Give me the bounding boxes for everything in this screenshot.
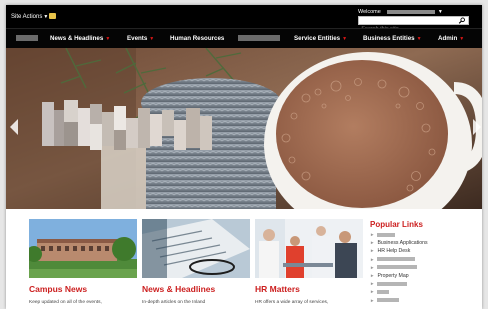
chevron-down-icon: ▼ — [43, 14, 49, 20]
nav-item-redacted[interactable] — [238, 35, 280, 43]
bullet-arrow-icon: ► — [370, 297, 375, 303]
site-actions-label: Site Actions — [11, 14, 43, 20]
nav-item-human-resources[interactable]: Human Resources — [170, 35, 224, 42]
card-title[interactable]: Campus News — [29, 284, 137, 294]
card-description: Keep updated on all of the events, — [29, 300, 102, 305]
next-slide-arrow-icon[interactable] — [472, 118, 482, 136]
popular-link-property-map[interactable]: ► Property Map — [370, 273, 480, 281]
chevron-down-icon: ▼ — [105, 36, 111, 42]
popular-link-redacted[interactable]: ► — [370, 257, 480, 265]
chevron-down-icon: ▼ — [342, 36, 348, 42]
popular-link-business-applications[interactable]: ► Business Applications — [370, 240, 480, 248]
popular-link-redacted[interactable]: ► — [370, 265, 480, 273]
nav-item-label: Human Resources — [170, 35, 225, 42]
bullet-arrow-icon: ► — [370, 281, 375, 287]
card-description: In-depth articles on the Inland — [142, 300, 206, 305]
news-headlines-image[interactable] — [142, 219, 250, 278]
hero-banner — [6, 48, 482, 209]
chevron-down-icon: ▼ — [459, 36, 465, 42]
popular-link-redacted[interactable]: ► — [370, 232, 480, 240]
bullet-arrow-icon: ► — [370, 289, 375, 295]
nav-item-business-entities[interactable]: Business Entities ▼ — [363, 35, 422, 42]
nav-item-news-headlines[interactable]: News & Headlines ▼ — [50, 35, 110, 42]
chevron-down-icon: ▼ — [416, 36, 422, 42]
nav-item-service-entities[interactable]: Service Entities ▼ — [294, 35, 347, 42]
popular-link-label: Business Applications — [377, 240, 428, 247]
card-description: HR offers a wide array of services, — [255, 300, 329, 305]
popular-links: Popular Links ► ► Business Applications ►… — [370, 220, 480, 306]
card-title[interactable]: News & Headlines — [142, 284, 250, 294]
nav-item-home-redacted[interactable] — [16, 35, 38, 43]
popular-link-redacted[interactable]: ► — [370, 289, 480, 297]
popular-link-redacted[interactable]: ► — [370, 281, 480, 289]
popular-link-label: Property Map — [377, 272, 409, 279]
bullet-arrow-icon: ► — [370, 272, 375, 278]
previous-slide-arrow-icon[interactable] — [9, 118, 19, 136]
card-title[interactable]: HR Matters — [255, 284, 363, 294]
site-actions-menu[interactable]: Site Actions▼ — [11, 14, 48, 20]
campus-news-image[interactable] — [29, 219, 137, 278]
welcome-label: Welcome — [358, 9, 381, 15]
nav-item-events[interactable]: Events ▼ — [127, 35, 154, 42]
folder-icon[interactable] — [49, 13, 56, 19]
bullet-arrow-icon: ► — [370, 232, 375, 237]
search-icon[interactable] — [458, 17, 466, 24]
card-campus-news[interactable]: Campus News Keep updated on all of the e… — [29, 219, 137, 305]
top-bar: Site Actions▼ Welcome ▼ — [6, 5, 482, 33]
hero-image — [6, 48, 482, 209]
nav-item-label: Service Entities — [294, 35, 341, 42]
card-news-headlines[interactable]: News & Headlines In-depth articles on th… — [142, 219, 250, 305]
nav-item-label: News & Headlines — [50, 35, 104, 42]
card-hr-matters[interactable]: HR Matters HR offers a wide array of ser… — [255, 219, 363, 305]
popular-links-title: Popular Links — [370, 220, 423, 229]
search-box — [358, 16, 469, 33]
hr-matters-image[interactable] — [255, 219, 363, 278]
bullet-arrow-icon: ► — [370, 264, 375, 270]
nav-item-label: Admin — [438, 35, 458, 42]
chevron-down-icon: ▼ — [437, 9, 443, 15]
content-area: Campus News Keep updated on all of the e… — [6, 209, 482, 309]
nav-item-label: Business Entities — [363, 35, 415, 42]
main-nav: News & Headlines ▼ Events ▼ Human Resource… — [6, 28, 482, 48]
popular-link-hr-help-desk[interactable]: ► HR Help Desk — [370, 248, 480, 256]
bullet-arrow-icon: ► — [370, 240, 375, 246]
popular-links-list: ► ► Business Applications ► HR Help Desk ►… — [370, 232, 480, 306]
bullet-arrow-icon: ► — [370, 256, 375, 262]
popular-link-redacted[interactable]: ► — [370, 298, 480, 306]
intranet-page: Site Actions▼ Welcome▼ News & Headlines▼… — [6, 5, 482, 309]
nav-item-label: Events — [127, 35, 148, 42]
popular-link-label: HR Help Desk — [377, 248, 411, 255]
nav-item-admin[interactable]: Admin ▼ — [438, 35, 464, 42]
bullet-arrow-icon: ► — [370, 248, 375, 254]
welcome-menu[interactable]: Welcome ▼ — [358, 9, 443, 15]
user-name-redacted — [386, 9, 435, 14]
chevron-down-icon: ▼ — [149, 36, 155, 42]
